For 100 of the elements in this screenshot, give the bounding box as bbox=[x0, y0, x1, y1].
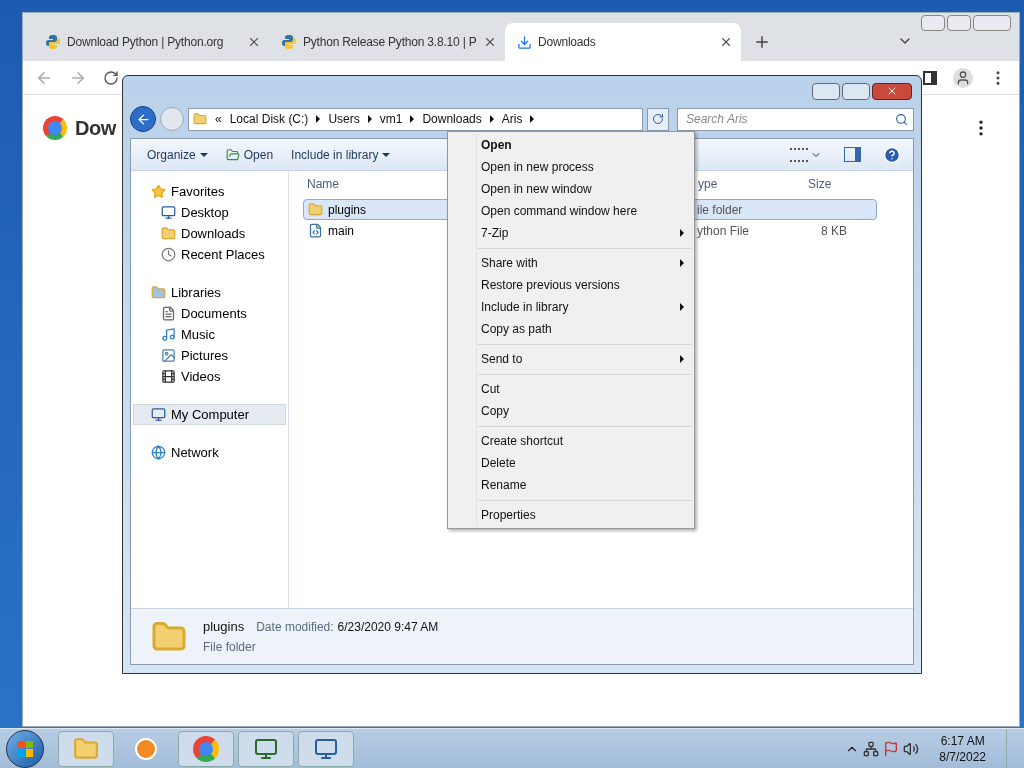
clock-time[interactable]: 6:17 AM bbox=[940, 732, 985, 749]
new-tab-icon[interactable] bbox=[753, 33, 771, 51]
page-heading: Dow bbox=[75, 116, 116, 141]
clock-date[interactable]: 8/7/2022 bbox=[939, 748, 986, 765]
browser-tab[interactable]: Downloads bbox=[505, 23, 741, 61]
music-note-icon bbox=[161, 327, 176, 342]
reload-icon[interactable] bbox=[103, 69, 119, 86]
menu-item[interactable]: Include in library bbox=[448, 296, 694, 318]
sidebar-item[interactable]: Music bbox=[131, 324, 288, 345]
menu-item[interactable]: Open in new window bbox=[448, 178, 694, 200]
breadcrumb-item[interactable]: vm1 bbox=[379, 110, 403, 128]
search-field[interactable]: Search Aris bbox=[677, 107, 914, 131]
python-icon bbox=[45, 34, 61, 50]
close-button[interactable] bbox=[872, 82, 912, 100]
sidebar-item[interactable]: Videos bbox=[131, 366, 288, 387]
column-header[interactable]: ype bbox=[698, 174, 808, 193]
sidebar-item[interactable]: Favorites bbox=[133, 181, 286, 202]
sidebar-item[interactable]: Pictures bbox=[131, 345, 288, 366]
file-name[interactable]: plugins bbox=[328, 200, 367, 219]
chrome-logo-icon bbox=[193, 735, 219, 762]
menu-item[interactable]: 7-Zip bbox=[448, 222, 694, 244]
python-icon bbox=[281, 34, 297, 50]
taskbar-button[interactable] bbox=[238, 730, 294, 767]
caret-icon bbox=[316, 115, 321, 123]
caret-icon bbox=[530, 115, 535, 123]
help-icon[interactable] bbox=[883, 145, 901, 164]
monitor-icon bbox=[254, 736, 278, 761]
menu-item[interactable]: Open command window here bbox=[448, 200, 694, 222]
volume-icon[interactable] bbox=[903, 740, 920, 757]
sidebar-item[interactable]: Network bbox=[133, 442, 286, 463]
menu-item[interactable]: Delete bbox=[448, 452, 694, 474]
breadcrumb-item[interactable]: « bbox=[215, 110, 222, 128]
address-bar[interactable]: « Local Disk (C:) Users vm1 Downloads Aris bbox=[188, 107, 643, 131]
refresh-button[interactable] bbox=[647, 107, 669, 131]
sidebar-item[interactable]: Desktop bbox=[131, 202, 288, 223]
toolbar-button[interactable]: Include in library bbox=[283, 141, 399, 168]
menu-item[interactable]: Share with bbox=[448, 252, 694, 274]
search-icon[interactable] bbox=[895, 112, 908, 126]
browser-tab[interactable]: Python Release Python 3.8.10 | P bbox=[269, 23, 505, 61]
taskbar-button[interactable] bbox=[178, 730, 234, 767]
file-type: ython File bbox=[697, 222, 751, 240]
menu-item[interactable]: Open bbox=[448, 134, 694, 156]
maximize-button[interactable] bbox=[842, 82, 870, 100]
details-label: Date modified: bbox=[256, 618, 334, 636]
menu-item[interactable]: Copy bbox=[448, 400, 694, 422]
refresh-icon bbox=[652, 113, 664, 125]
menu-item[interactable]: Rename bbox=[448, 474, 694, 496]
sidebar-item[interactable]: Libraries bbox=[133, 282, 286, 303]
network-icon[interactable] bbox=[863, 740, 880, 757]
view-options-icon[interactable] bbox=[790, 147, 808, 162]
folder-icon bbox=[225, 147, 240, 162]
menu-item[interactable]: Send to bbox=[448, 348, 694, 370]
chrome-logo-icon bbox=[43, 116, 67, 140]
menu-item[interactable]: Copy as path bbox=[448, 318, 694, 340]
folder-icon bbox=[73, 735, 99, 762]
menu-item[interactable]: Cut bbox=[448, 378, 694, 400]
document-icon bbox=[161, 306, 176, 321]
windows-logo-icon bbox=[17, 740, 33, 757]
close-icon[interactable] bbox=[483, 35, 497, 49]
sidebar-item[interactable]: Documents bbox=[131, 303, 288, 324]
menu-item[interactable]: Properties bbox=[448, 504, 694, 526]
file-name[interactable]: main bbox=[328, 221, 354, 240]
computer-icon bbox=[151, 407, 166, 422]
close-icon[interactable] bbox=[247, 35, 261, 49]
clock-icon bbox=[161, 247, 176, 262]
preview-pane-icon[interactable] bbox=[844, 147, 861, 162]
file-size: 8 KB bbox=[820, 222, 847, 240]
taskbar-button[interactable] bbox=[298, 730, 354, 767]
breadcrumb-item[interactable]: Aris bbox=[501, 110, 523, 128]
close-icon[interactable] bbox=[719, 35, 733, 49]
sidebar-item[interactable]: Recent Places bbox=[131, 244, 288, 265]
download-icon bbox=[517, 34, 532, 50]
sidebar-item[interactable]: Downloads bbox=[131, 223, 288, 244]
maximize-button[interactable] bbox=[947, 15, 971, 31]
browser-tab[interactable]: Download Python | Python.org bbox=[33, 23, 269, 61]
breadcrumb-item[interactable]: Local Disk (C:) bbox=[229, 110, 309, 128]
sidebar-item[interactable]: My Computer bbox=[133, 404, 286, 425]
folder-icon bbox=[151, 285, 166, 300]
menu-item[interactable]: Open in new process bbox=[448, 156, 694, 178]
toolbar-button[interactable]: Open bbox=[217, 141, 282, 168]
breadcrumb-item[interactable]: Users bbox=[328, 110, 360, 128]
profile-icon[interactable] bbox=[953, 67, 973, 88]
menu-item[interactable]: Create shortcut bbox=[448, 430, 694, 452]
close-icon bbox=[886, 85, 898, 97]
menu-item[interactable]: Restore previous versions bbox=[448, 274, 694, 296]
file-icon bbox=[308, 223, 323, 238]
start-button[interactable] bbox=[6, 729, 44, 768]
column-header[interactable]: Size bbox=[808, 174, 878, 193]
folder-icon bbox=[193, 112, 207, 126]
caret-icon bbox=[410, 115, 415, 123]
monitor-icon bbox=[314, 736, 338, 761]
minimize-button[interactable] bbox=[812, 82, 840, 100]
minimize-button[interactable] bbox=[921, 15, 945, 31]
picture-icon bbox=[161, 348, 176, 363]
media-player-icon bbox=[135, 737, 157, 760]
star-icon bbox=[151, 184, 166, 199]
back-button[interactable] bbox=[130, 106, 156, 132]
details-value: 6/23/2020 9:47 AM bbox=[337, 618, 439, 636]
breadcrumb-item[interactable]: Downloads bbox=[422, 110, 482, 128]
toolbar-button[interactable]: Organize bbox=[139, 141, 216, 168]
